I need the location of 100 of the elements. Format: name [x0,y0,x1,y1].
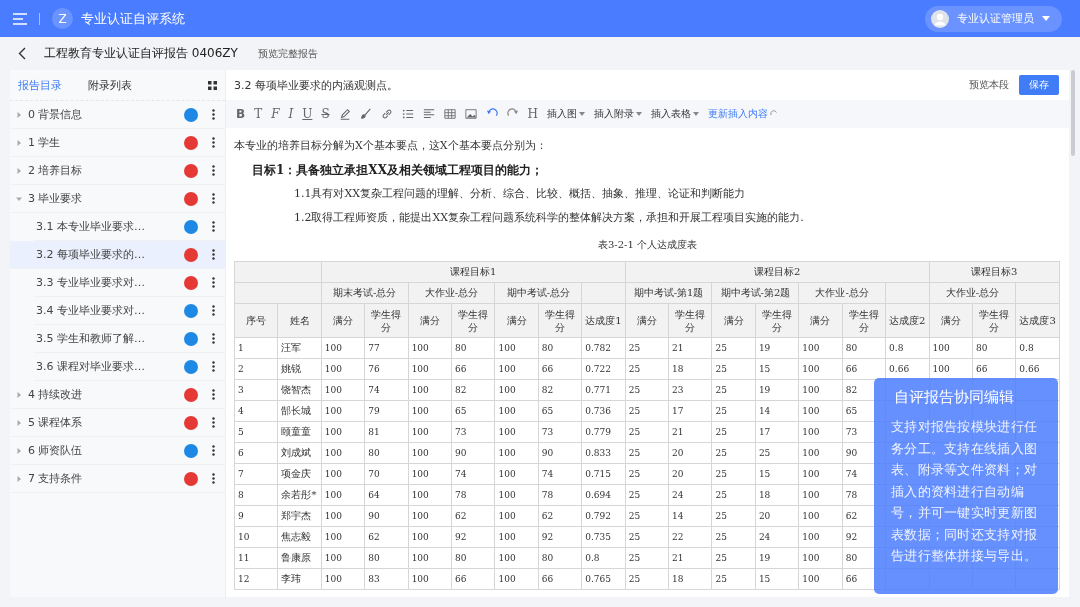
insert-menu[interactable]: 插入图 [547,107,578,121]
refresh-insert-link[interactable]: 更新插入内容 [708,107,769,121]
outline-item[interactable]: 7 支持条件 [10,465,225,493]
outline-item[interactable]: 3.4 专业毕业要求对… [34,297,225,325]
caret-icon[interactable] [636,112,643,116]
table-cell: 郑宇杰 [277,505,322,527]
align-icon[interactable] [422,108,435,120]
table-cell: 66 [451,358,495,380]
more-icon[interactable] [212,417,215,428]
table-cell: 25 [711,568,756,590]
more-icon[interactable] [212,333,215,344]
outline-item[interactable]: 4 持续改进 [10,381,225,409]
image-icon[interactable] [464,108,477,120]
format-button[interactable]: T [254,107,263,121]
outline-item[interactable]: 5 课程体系 [10,409,225,437]
column-header: 序号 [234,303,278,338]
more-icon[interactable] [212,305,215,316]
format-button[interactable]: I [288,107,294,121]
outline-item-label: 7 支持条件 [28,471,84,486]
format-button[interactable]: S [321,107,330,121]
table-cell: 3 [234,379,278,401]
outline-item[interactable]: 0 背景信息 [10,101,225,129]
table-cell: 25 [711,379,756,401]
more-icon[interactable] [212,389,215,400]
table-cell: 0.833 [581,442,626,464]
table-cell: 80 [538,337,582,359]
highlighter-icon[interactable] [338,108,351,120]
sidebar-tab[interactable]: 报告目录 [18,77,62,93]
table-cell: 100 [494,568,539,590]
table-cell: 66 [538,568,582,590]
table-cell: 92 [538,526,582,548]
menu-icon[interactable] [13,12,27,25]
table-cell: 66 [538,358,582,380]
more-icon[interactable] [212,193,215,204]
table-cell: 82 [451,379,495,401]
outline-item[interactable]: 6 师资队伍 [10,437,225,465]
table-cell: 100 [798,400,843,422]
outline-item-label: 3 毕业要求 [28,191,84,206]
more-icon[interactable] [212,137,215,148]
more-icon[interactable] [212,165,215,176]
preview-report-link[interactable]: 预览完整报告 [257,46,318,61]
table-cell: 4 [234,400,278,422]
table-icon[interactable] [443,108,456,120]
caret-icon[interactable] [693,112,700,116]
column-header: 达成度3 [1015,303,1060,338]
table-cell: 100 [494,421,539,443]
outline-item-label: 1 学生 [28,135,62,150]
column-header: 满分 [929,303,973,338]
table-cell: 90 [451,442,495,464]
format-button[interactable]: F [271,107,280,121]
table-cell: 25 [711,337,756,359]
more-icon[interactable] [212,445,215,456]
grid-icon[interactable] [208,80,217,90]
outline-item[interactable]: 3.5 学生和教师了解… [34,325,225,353]
table-cell: 22 [668,526,712,548]
table-cell: 65 [538,400,582,422]
outline-item[interactable]: 1 学生 [10,129,225,157]
table-cell: 15 [755,358,799,380]
table-cell: 100 [494,463,539,485]
link-icon[interactable] [380,108,393,120]
outline-item[interactable]: 3.6 课程对毕业要求… [34,353,225,381]
outline-item[interactable]: 3.2 每项毕业要求的… [10,241,225,269]
table-cell: 25 [625,421,669,443]
table-cell: 7 [234,463,278,485]
brush-icon[interactable] [359,108,372,120]
more-icon[interactable] [212,473,215,484]
table-cell: 0.736 [581,400,626,422]
format-button[interactable]: B [236,107,246,121]
list-icon[interactable] [401,108,414,120]
table-cell: 20 [755,505,799,527]
outline-item[interactable]: 2 培养目标 [10,157,225,185]
table-cell: 100 [798,505,843,527]
back-icon[interactable] [18,47,26,60]
more-icon[interactable] [212,221,215,232]
table-cell: 100 [321,337,365,359]
insert-menu[interactable]: 插入附录 [594,107,635,121]
table-cell: 100 [321,463,365,485]
paragraph: 本专业的培养目标分解为X个基本要点，这X个基本要点分别为： [234,138,548,154]
table-cell: 鲁康原 [277,547,322,569]
more-icon[interactable] [212,277,215,288]
column-header: 满分 [625,303,669,338]
outline-item[interactable]: 3.3 专业毕业要求对… [34,269,225,297]
save-button[interactable]: 保存 [1019,75,1059,95]
format-button[interactable]: U [302,107,313,121]
table-cell: 25 [625,505,669,527]
table-cell: 100 [408,463,452,485]
more-icon[interactable] [212,109,215,120]
heading-button[interactable]: H [527,107,539,121]
table-cell: 100 [321,484,365,506]
sidebar-tab[interactable]: 附录列表 [88,77,132,93]
table-cell: 25 [625,400,669,422]
preview-section-link[interactable]: 预览本段 [969,78,1009,92]
table-cell: 25 [711,484,756,506]
table-cell: 73 [451,421,495,443]
more-icon[interactable] [212,249,215,260]
more-icon[interactable] [212,361,215,372]
outline-item[interactable]: 3 毕业要求 [10,185,225,213]
insert-menu[interactable]: 插入表格 [651,107,692,121]
caret-icon[interactable] [579,112,586,116]
column-header: 姓名 [277,303,322,338]
